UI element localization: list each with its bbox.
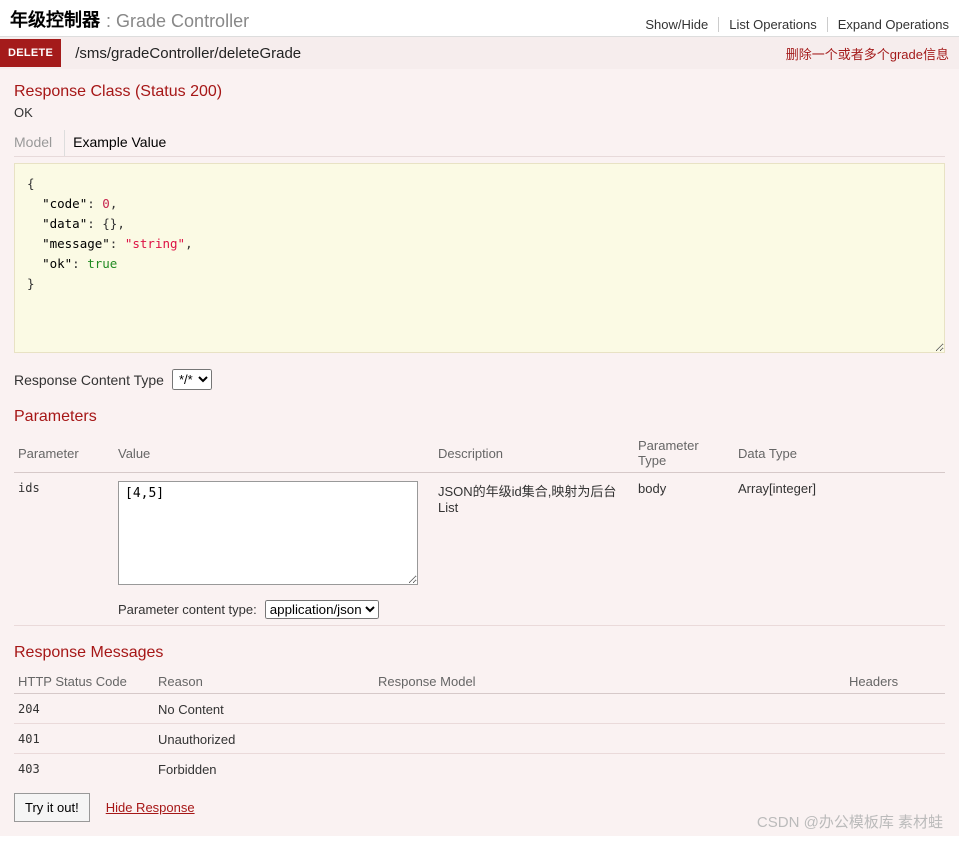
table-row: 204 No Content	[14, 694, 945, 724]
endpoint-bar[interactable]: DELETE /sms/gradeController/deleteGrade …	[0, 37, 959, 69]
param-content-type-label: Parameter content type:	[118, 602, 257, 617]
hide-response-link[interactable]: Hide Response	[106, 800, 195, 815]
col-headers: Headers	[845, 668, 945, 694]
controller-header: 年级控制器 : Grade Controller Show/Hide List …	[0, 0, 959, 37]
table-row: 403 Forbidden	[14, 754, 945, 784]
try-row: Try it out! Hide Response	[14, 793, 945, 822]
operation-content: Response Class (Status 200) OK Model Exa…	[0, 69, 959, 836]
col-http-status: HTTP Status Code	[14, 668, 154, 694]
param-description: JSON的年级id集合,映射为后台List	[434, 473, 634, 626]
tab-example-value[interactable]: Example Value	[64, 130, 174, 156]
param-type: body	[634, 473, 734, 626]
param-value-textarea[interactable]	[118, 481, 418, 585]
response-content-type-label: Response Content Type	[14, 372, 164, 388]
header-operations: Show/Hide List Operations Expand Operati…	[635, 17, 949, 32]
col-value: Value	[114, 432, 434, 473]
expand-operations-link[interactable]: Expand Operations	[828, 17, 949, 32]
controller-subtitle: : Grade Controller	[106, 11, 249, 32]
response-content-type-row: Response Content Type */*	[14, 369, 945, 390]
table-row: ids Parameter content type: application/…	[14, 473, 945, 626]
show-hide-link[interactable]: Show/Hide	[635, 17, 719, 32]
endpoint-path: /sms/gradeController/deleteGrade	[61, 45, 786, 62]
col-parameter-type: Parameter Type	[634, 432, 734, 473]
col-reason: Reason	[154, 668, 374, 694]
response-content-type-select[interactable]: */*	[172, 369, 212, 390]
response-class-title: Response Class (Status 200)	[14, 83, 945, 101]
col-data-type: Data Type	[734, 432, 945, 473]
param-data-type: Array[integer]	[734, 473, 945, 626]
response-messages-title: Response Messages	[14, 644, 945, 662]
http-method-badge: DELETE	[0, 39, 61, 67]
response-messages-table: HTTP Status Code Reason Response Model H…	[14, 668, 945, 783]
controller-title-cn: 年级控制器	[10, 6, 100, 32]
table-row: 401 Unauthorized	[14, 724, 945, 754]
response-tabs: Model Example Value	[14, 130, 945, 157]
col-response-model: Response Model	[374, 668, 845, 694]
col-parameter: Parameter	[14, 432, 114, 473]
response-ok-label: OK	[14, 105, 945, 120]
list-operations-link[interactable]: List Operations	[719, 17, 827, 32]
parameters-table: Parameter Value Description Parameter Ty…	[14, 432, 945, 626]
parameters-title: Parameters	[14, 408, 945, 426]
try-it-out-button[interactable]: Try it out!	[14, 793, 90, 822]
tab-model[interactable]: Model	[14, 130, 60, 156]
example-json-box[interactable]: { "code": 0, "data": {}, "message": "str…	[14, 163, 945, 353]
endpoint-description: 删除一个或者多个grade信息	[786, 44, 949, 63]
param-name: ids	[14, 473, 114, 626]
param-content-type-select[interactable]: application/json	[265, 600, 379, 619]
col-description: Description	[434, 432, 634, 473]
param-content-type-row: Parameter content type: application/json	[118, 600, 428, 619]
